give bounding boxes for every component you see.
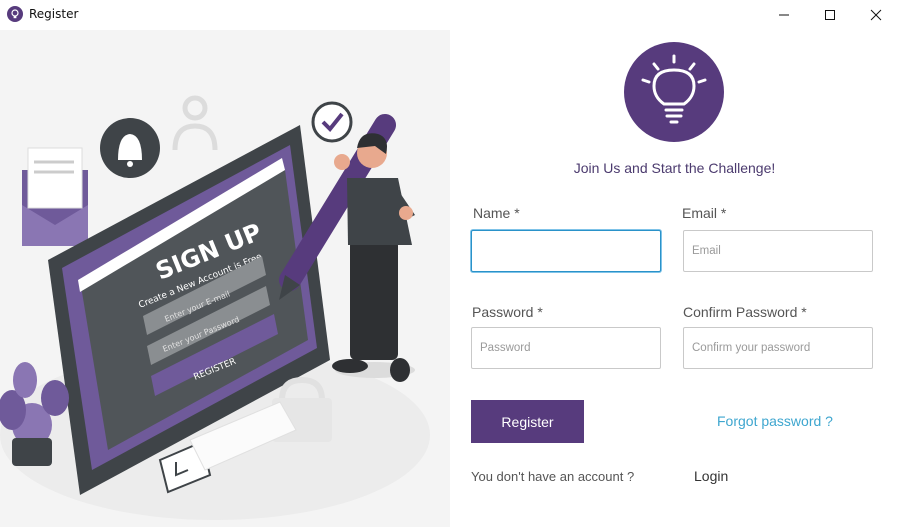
check-bubble-icon	[311, 101, 353, 143]
minimize-button[interactable]	[761, 0, 807, 30]
lightbulb-logo	[624, 42, 724, 142]
maximize-button[interactable]	[807, 0, 853, 30]
page-subtitle: Join Us and Start the Challenge!	[573, 160, 776, 176]
window-title: Register	[29, 7, 79, 21]
no-account-text: You don't have an account ?	[471, 469, 635, 484]
login-link[interactable]: Login	[694, 468, 728, 484]
email-field[interactable]	[683, 230, 873, 272]
close-button[interactable]	[853, 0, 899, 30]
envelope-icon	[22, 147, 88, 246]
password-field[interactable]	[471, 327, 661, 369]
forgot-password-link[interactable]: Forgot password ?	[717, 413, 833, 429]
maximize-icon	[825, 10, 835, 20]
name-field[interactable]	[471, 230, 661, 272]
confirm-password-field[interactable]	[683, 327, 873, 369]
register-button[interactable]: Register	[471, 400, 584, 443]
signup-illustration: SIGN UP Create a New Account is Free Ent…	[0, 30, 450, 527]
email-label: Email *	[682, 205, 727, 221]
lightbulb-app-icon	[7, 6, 23, 22]
minimize-icon	[779, 14, 789, 16]
lightbulb-icon	[641, 54, 707, 124]
user-outline-icon	[172, 95, 218, 151]
title-bar: Register	[0, 0, 899, 30]
password-label: Password *	[472, 304, 543, 320]
name-label: Name *	[473, 205, 520, 221]
bell-icon	[100, 118, 160, 178]
close-icon	[870, 9, 882, 21]
register-window: Register SIGN UP Create a New Account is…	[0, 0, 899, 527]
confirm-password-label: Confirm Password *	[683, 304, 807, 320]
